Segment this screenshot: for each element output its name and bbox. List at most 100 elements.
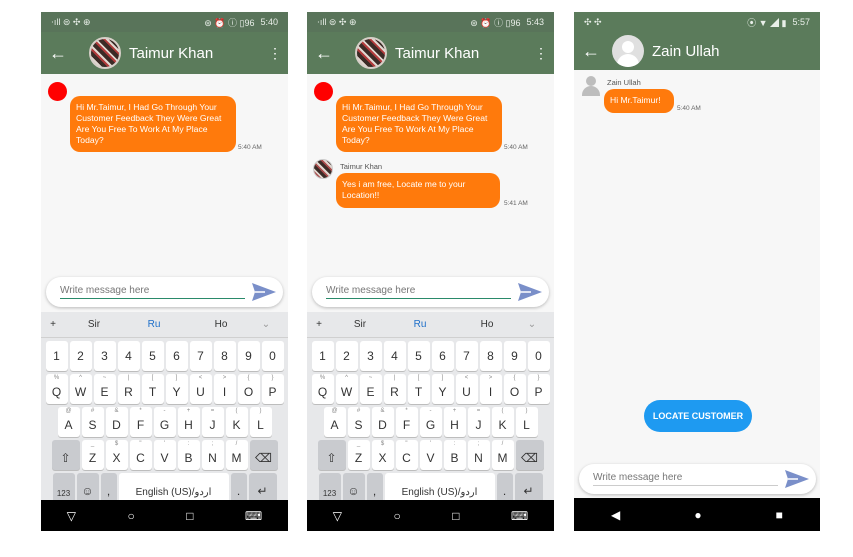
keyboard-icon[interactable]: ⌨ (511, 509, 528, 523)
key[interactable]: + H (177, 407, 200, 437)
backspace-icon[interactable]: ⌫ (249, 440, 278, 470)
key[interactable]: (K (225, 407, 248, 437)
key[interactable]: 4 (117, 341, 140, 371)
key[interactable]: = J (201, 407, 224, 437)
overflow-menu-icon[interactable]: ⋮ (268, 45, 282, 62)
profile-placeholder-icon[interactable] (612, 35, 644, 67)
key[interactable]: = J (467, 407, 490, 437)
suggestion-word[interactable]: Ho (451, 319, 523, 330)
key[interactable]: [T (407, 374, 430, 404)
key[interactable]: @ A (323, 407, 346, 437)
key[interactable]: {O (237, 374, 260, 404)
enter-icon[interactable]: ↵ (514, 473, 543, 503)
key[interactable]: [T (141, 374, 164, 404)
key[interactable]: % Q (45, 374, 68, 404)
key[interactable]: ^ W (69, 374, 92, 404)
key[interactable]: 7 (455, 341, 478, 371)
chevron-down-icon[interactable]: ⌄ (257, 319, 275, 330)
key[interactable]: + H (443, 407, 466, 437)
message-input[interactable]: Write message here (593, 472, 778, 486)
key[interactable]: 7 (189, 341, 212, 371)
enter-icon[interactable]: ↵ (248, 473, 277, 503)
comma-key[interactable]: , (366, 473, 383, 503)
key[interactable]: 6 (165, 341, 188, 371)
key[interactable]: / M (225, 440, 248, 470)
key[interactable]: ~ E (93, 374, 116, 404)
key[interactable]: * F (129, 407, 152, 437)
key[interactable]: -G (153, 407, 176, 437)
key[interactable]: } P (527, 374, 550, 404)
suggestion-word[interactable]: Sir (65, 319, 123, 330)
space-bar[interactable]: English (US)/اردو (384, 473, 495, 503)
suggestion-word[interactable]: Ho (185, 319, 257, 330)
key[interactable]: :B (177, 440, 200, 470)
key[interactable]: 2 (335, 341, 358, 371)
key[interactable]: / M (491, 440, 514, 470)
nav-recents-icon[interactable]: □ (452, 509, 459, 523)
contact-avatar[interactable] (355, 37, 387, 69)
message-input[interactable]: Write message here (326, 285, 511, 299)
key[interactable]: * F (395, 407, 418, 437)
nav-back-icon[interactable]: ▽ (333, 509, 342, 523)
key[interactable]: " C (129, 440, 152, 470)
keyboard-icon[interactable]: ⌨ (245, 509, 262, 523)
nav-back-icon[interactable]: ▽ (67, 509, 76, 523)
nav-home-icon[interactable]: ○ (393, 509, 400, 523)
key[interactable]: ~ E (359, 374, 382, 404)
symbols-key[interactable]: 123 (318, 473, 341, 503)
emoji-icon[interactable]: ☺ (76, 473, 99, 503)
nav-recents-icon[interactable]: □ (186, 509, 193, 523)
key[interactable]: ' V (419, 440, 442, 470)
chevron-down-icon[interactable]: ⌄ (523, 319, 541, 330)
key[interactable]: _ Z (347, 440, 370, 470)
key[interactable]: 6 (431, 341, 454, 371)
key[interactable]: > I (213, 374, 236, 404)
key[interactable]: 2 (69, 341, 92, 371)
nav-home-icon[interactable]: ○ (127, 509, 134, 523)
symbols-key[interactable]: 123 (52, 473, 75, 503)
contact-avatar[interactable] (89, 37, 121, 69)
key[interactable]: < U (455, 374, 478, 404)
nav-back-icon[interactable]: ◀ (611, 508, 620, 522)
suggestion-word[interactable]: Sir (331, 319, 389, 330)
back-arrow-icon[interactable]: ← (582, 41, 608, 62)
key[interactable]: 5 (141, 341, 164, 371)
locate-customer-button[interactable]: LOCATE CUSTOMER (644, 400, 752, 432)
key[interactable]: ) L (249, 407, 272, 437)
key[interactable]: ] Y (165, 374, 188, 404)
send-icon[interactable] (517, 281, 543, 303)
key[interactable]: _ Z (81, 440, 104, 470)
overflow-menu-icon[interactable]: ⋮ (534, 45, 548, 62)
key[interactable]: & D (105, 407, 128, 437)
key[interactable]: & D (371, 407, 394, 437)
message-input[interactable]: Write message here (60, 285, 245, 299)
key[interactable]: ] Y (431, 374, 454, 404)
key[interactable]: ; N (201, 440, 224, 470)
shift-key[interactable]: ⇧ (51, 440, 80, 470)
key[interactable]: 9 (237, 341, 260, 371)
key[interactable]: {O (503, 374, 526, 404)
key[interactable]: < U (189, 374, 212, 404)
key[interactable]: (K (491, 407, 514, 437)
suggestion-word[interactable]: Ru (389, 319, 451, 330)
send-icon[interactable] (784, 468, 810, 490)
add-suggestion-icon[interactable]: + (41, 319, 65, 330)
key[interactable]: 0 (527, 341, 550, 371)
key[interactable]: -G (419, 407, 442, 437)
period-key[interactable]: . (496, 473, 513, 503)
key[interactable]: ^ W (335, 374, 358, 404)
key[interactable]: 9 (503, 341, 526, 371)
key[interactable]: | R (383, 374, 406, 404)
key[interactable]: 3 (93, 341, 116, 371)
key[interactable]: $ X (105, 440, 128, 470)
key[interactable]: 8 (213, 341, 236, 371)
key[interactable]: ) L (515, 407, 538, 437)
period-key[interactable]: . (230, 473, 247, 503)
key[interactable]: | R (117, 374, 140, 404)
key[interactable]: 4 (383, 341, 406, 371)
key[interactable]: " C (395, 440, 418, 470)
key[interactable]: :B (443, 440, 466, 470)
key[interactable]: 5 (407, 341, 430, 371)
key[interactable]: @ A (57, 407, 80, 437)
send-icon[interactable] (251, 281, 277, 303)
